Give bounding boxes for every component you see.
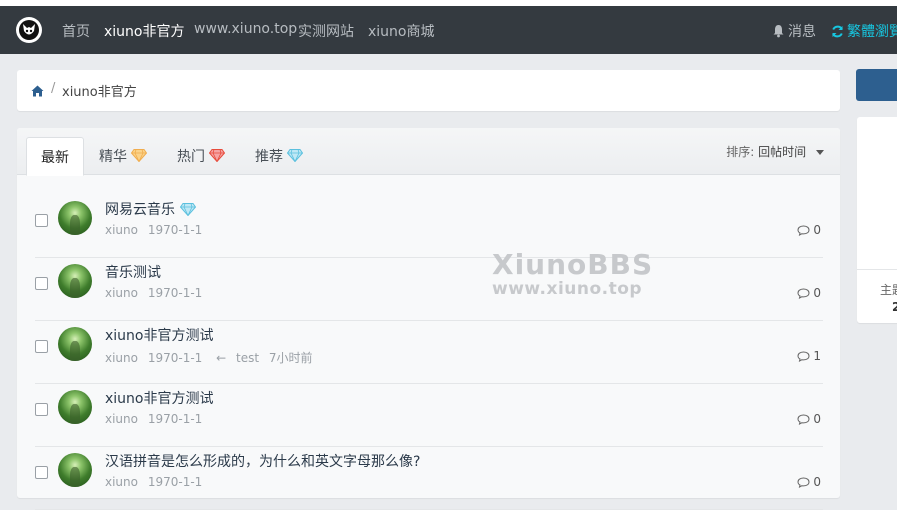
thread-row: 网易云音乐 xiuno 1970-1-1 0 (35, 194, 823, 258)
messages-link[interactable]: 消息 (772, 21, 816, 41)
thread-subject[interactable]: xiuno非官方测试 (105, 388, 214, 408)
thread-subject-text: xiuno非官方测试 (105, 328, 214, 344)
tab-latest[interactable]: 最新 (26, 137, 84, 176)
nav-xiuno-top[interactable]: www.xiuno.top (194, 21, 297, 37)
thread-meta: xiuno 1970-1-1 ← test 7小时前 (105, 349, 319, 366)
nav-home[interactable]: 首页 (62, 21, 90, 41)
stat-label: 主题 (880, 283, 897, 297)
gold-diamond-icon (131, 149, 147, 162)
reply-count-value: 0 (813, 223, 821, 237)
tab-hot-label: 热门 (177, 148, 205, 165)
tab-recommend-label: 推荐 (255, 148, 283, 165)
avatar[interactable] (58, 390, 92, 424)
nav-xiuno-unofficial[interactable]: xiuno非官方 (104, 21, 185, 41)
thread-row: 汉语拼音是怎么形成的，为什么和英文字母那么像? xiuno 1970-1-1 0 (35, 446, 823, 510)
thread-subject-text: 网易云音乐 (105, 202, 175, 218)
comment-icon (797, 350, 810, 362)
avatar[interactable] (58, 453, 92, 487)
thread-author[interactable]: xiuno (105, 475, 138, 489)
site-logo[interactable] (16, 17, 42, 43)
reply-count-value: 1 (813, 349, 821, 363)
avatar[interactable] (58, 327, 92, 361)
thread-checkbox[interactable] (35, 214, 48, 227)
thread-subject[interactable]: xiuno非官方测试 (105, 325, 214, 345)
thread-subject-text: 音乐测试 (105, 265, 161, 281)
messages-label: 消息 (788, 24, 816, 40)
comment-icon (797, 287, 810, 299)
refresh-icon (832, 25, 843, 37)
reply-count: 0 (797, 286, 821, 300)
thread-checkbox[interactable] (35, 340, 48, 353)
thread-date: 1970-1-1 (147, 475, 203, 489)
caret-down-icon[interactable] (816, 150, 824, 155)
thread-meta: xiuno 1970-1-1 (105, 286, 208, 300)
reply-count: 0 (797, 412, 821, 426)
sort-control[interactable]: 排序: 回帖时间 (726, 143, 824, 160)
reply-count: 0 (797, 223, 821, 237)
nav-test-sites[interactable]: 实测网站 (298, 21, 354, 41)
thread-author[interactable]: xiuno (105, 412, 138, 426)
thread-date: 1970-1-1 (147, 412, 203, 426)
tab-hot[interactable]: 热门 (177, 137, 225, 174)
last-reply-arrow: ← (216, 351, 227, 365)
divider (857, 269, 897, 270)
thread-checkbox[interactable] (35, 403, 48, 416)
thread-meta: xiuno 1970-1-1 (105, 475, 208, 489)
comment-icon (797, 413, 810, 425)
reply-count: 0 (797, 475, 821, 489)
avatar[interactable] (58, 201, 92, 235)
red-diamond-icon (209, 149, 225, 162)
thread-author[interactable]: xiuno (105, 351, 138, 365)
thread-subject[interactable]: 音乐测试 (105, 262, 161, 282)
avatar[interactable] (58, 264, 92, 298)
home-icon[interactable] (31, 82, 44, 101)
thread-date: 1970-1-1 (147, 223, 203, 237)
bell-icon (773, 25, 784, 38)
thread-meta: xiuno 1970-1-1 (105, 223, 208, 237)
nav-xiuno-store[interactable]: xiuno商城 (368, 21, 435, 41)
logo-icon (19, 20, 39, 40)
blue-diamond-icon (180, 202, 196, 216)
thread-subject-text: 汉语拼音是怎么形成的，为什么和英文字母那么像? (105, 454, 421, 470)
thread-checkbox[interactable] (35, 466, 48, 479)
traditional-chinese-link[interactable]: 繁體瀏覽 (831, 21, 897, 41)
comment-icon (797, 224, 810, 236)
thread-subject[interactable]: 汉语拼音是怎么形成的，为什么和英文字母那么像? (105, 451, 420, 471)
thread-row: xiuno非官方测试 xiuno 1970-1-1 0 (35, 383, 823, 447)
reply-count: 1 (797, 349, 821, 363)
thread-author[interactable]: xiuno (105, 223, 138, 237)
last-reply-user[interactable]: test (236, 351, 259, 365)
last-reply-time: 7小时前 (268, 351, 313, 365)
thread-date: 1970-1-1 (147, 351, 203, 365)
tab-recommend[interactable]: 推荐 (255, 137, 303, 174)
stat-value: 2 (892, 300, 897, 314)
sort-value[interactable]: 回帖时间 (758, 145, 806, 159)
traditional-label: 繁體瀏覽 (847, 24, 897, 40)
forum-info-card: 主题 2 (857, 117, 897, 323)
thread-row: 音乐测试 xiuno 1970-1-1 0 (35, 257, 823, 321)
tab-digest[interactable]: 精华 (99, 137, 147, 174)
sort-label: 排序: (726, 145, 755, 159)
thread-list-card: 最新 精华 热门 推荐 排序: 回帖时间 网易云音乐 xiuno 1970-1-… (17, 128, 840, 510)
reply-count-value: 0 (813, 475, 821, 489)
new-thread-button[interactable] (856, 69, 897, 101)
breadcrumb: / xiuno非官方 (17, 70, 840, 111)
tab-digest-label: 精华 (99, 148, 127, 165)
thread-tabs: 最新 精华 热门 推荐 排序: 回帖时间 (17, 128, 840, 176)
thread-author[interactable]: xiuno (105, 286, 138, 300)
breadcrumb-separator: / (51, 81, 56, 96)
thread-meta: xiuno 1970-1-1 (105, 412, 208, 426)
thread-date: 1970-1-1 (147, 286, 203, 300)
top-navbar: 首页 xiuno非官方 www.xiuno.top 实测网站 xiuno商城 消… (0, 6, 897, 54)
reply-count-value: 0 (813, 412, 821, 426)
thread-row: xiuno非官方测试 xiuno 1970-1-1 ← test 7小时前 1 (35, 320, 823, 384)
thread-checkbox[interactable] (35, 277, 48, 290)
breadcrumb-current[interactable]: xiuno非官方 (62, 81, 137, 100)
thread-subject[interactable]: 网易云音乐 (105, 199, 196, 219)
blue-diamond-icon (287, 149, 303, 162)
thread-subject-text: xiuno非官方测试 (105, 391, 214, 407)
tab-latest-label: 最新 (41, 149, 69, 166)
reply-count-value: 0 (813, 286, 821, 300)
